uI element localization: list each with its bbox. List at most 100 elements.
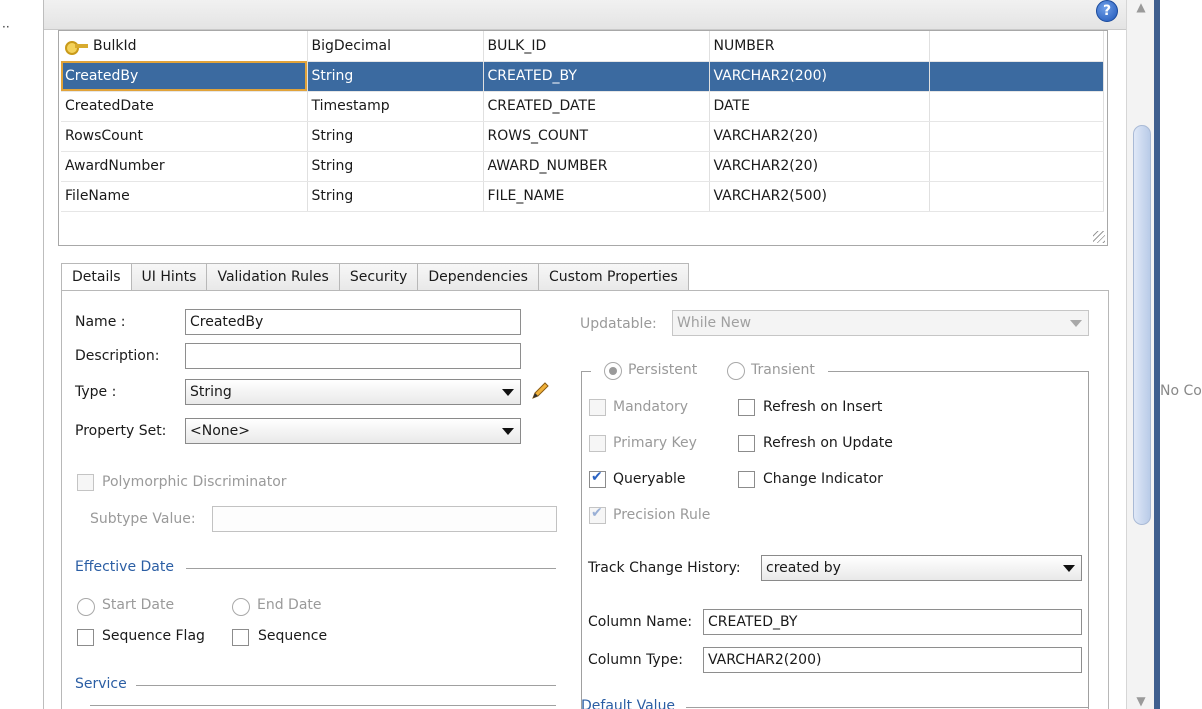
attribute-type-cell[interactable]: String bbox=[307, 181, 484, 212]
attribute-type-cell[interactable]: String bbox=[307, 121, 484, 152]
sequence-flag-checkbox[interactable] bbox=[77, 629, 94, 646]
tab-dependencies[interactable]: Dependencies bbox=[417, 263, 539, 291]
start-date-radio[interactable] bbox=[77, 598, 95, 616]
mandatory-label: Mandatory bbox=[613, 399, 689, 415]
pencil-icon[interactable] bbox=[529, 380, 551, 402]
resize-grip[interactable] bbox=[1093, 231, 1105, 243]
queryable-label: Queryable bbox=[613, 471, 686, 487]
vertical-scrollbar[interactable]: ▲ ▼ bbox=[1126, 0, 1154, 709]
left-gutter: ·· bbox=[0, 0, 44, 709]
name-field[interactable]: CreatedBy bbox=[185, 309, 521, 335]
effective-date-heading: Effective Date bbox=[75, 559, 174, 575]
updatable-value: While New bbox=[677, 315, 752, 331]
attribute-type-cell[interactable]: String bbox=[307, 61, 484, 92]
track-change-history-label: Track Change History: bbox=[588, 560, 741, 576]
tab-details[interactable]: Details bbox=[61, 263, 132, 292]
column-type-label: Column Type: bbox=[588, 652, 683, 668]
attribute-type-cell[interactable]: Timestamp bbox=[307, 91, 484, 122]
tab-ui-hints[interactable]: UI Hints bbox=[130, 263, 208, 291]
table-row[interactable]: AwardNumber String AWARD_NUMBER VARCHAR2… bbox=[61, 151, 1104, 182]
section-divider bbox=[90, 705, 556, 706]
name-label: Name : bbox=[75, 314, 126, 330]
column-name-label: Column Name: bbox=[588, 614, 693, 630]
table-row[interactable]: BulkId BigDecimal BULK_ID NUMBER bbox=[61, 31, 1104, 62]
attribute-type-cell[interactable]: String bbox=[307, 151, 484, 182]
sql-type-cell[interactable]: VARCHAR2(200) bbox=[709, 61, 930, 92]
description-label: Description: bbox=[75, 348, 160, 364]
sql-type-cell[interactable]: DATE bbox=[709, 91, 930, 122]
track-change-history-value: created by bbox=[766, 560, 841, 576]
sql-type-cell[interactable]: VARCHAR2(20) bbox=[709, 121, 930, 152]
attribute-name-cell[interactable]: BulkId bbox=[61, 31, 308, 62]
scroll-down-icon[interactable]: ▼ bbox=[1133, 694, 1149, 708]
table-row[interactable]: FileName String FILE_NAME VARCHAR2(500) bbox=[61, 181, 1104, 212]
attribute-name-cell[interactable]: FileName bbox=[61, 181, 308, 212]
mandatory-checkbox[interactable] bbox=[589, 399, 606, 416]
column-name-field[interactable]: CREATED_BY bbox=[703, 609, 1082, 635]
subtype-value-field[interactable] bbox=[212, 506, 557, 532]
empty-cell[interactable] bbox=[929, 61, 1104, 92]
scroll-thumb[interactable] bbox=[1133, 125, 1151, 525]
precision-rule-checkbox[interactable] bbox=[589, 505, 606, 524]
description-field[interactable] bbox=[185, 343, 521, 369]
empty-cell[interactable] bbox=[929, 31, 1104, 62]
top-toolbar bbox=[0, 0, 1202, 30]
polymorphic-discriminator-checkbox[interactable] bbox=[77, 474, 94, 491]
track-change-history-select[interactable]: created by bbox=[761, 555, 1082, 581]
empty-cell[interactable] bbox=[929, 121, 1104, 152]
column-name-cell[interactable]: BULK_ID bbox=[483, 31, 710, 62]
tab-custom-properties[interactable]: Custom Properties bbox=[537, 263, 689, 291]
type-label: Type : bbox=[75, 384, 117, 400]
primary-key-checkbox[interactable] bbox=[589, 435, 606, 452]
type-select[interactable]: String bbox=[185, 379, 521, 405]
refresh-on-insert-checkbox[interactable] bbox=[738, 399, 755, 416]
sequence-checkbox[interactable] bbox=[232, 629, 249, 646]
table-row[interactable]: CreatedDate Timestamp CREATED_DATE DATE bbox=[61, 91, 1104, 122]
refresh-on-update-checkbox[interactable] bbox=[738, 435, 755, 452]
attribute-type-cell[interactable]: BigDecimal bbox=[307, 31, 484, 62]
chevron-down-icon bbox=[1063, 565, 1075, 572]
tab-validation-rules[interactable]: Validation Rules bbox=[206, 263, 340, 291]
scroll-up-icon[interactable]: ▲ bbox=[1133, 0, 1149, 14]
property-set-select[interactable]: <None> bbox=[185, 418, 521, 444]
attribute-name-cell[interactable]: RowsCount bbox=[61, 121, 308, 152]
attribute-name-cell[interactable]: AwardNumber bbox=[61, 151, 308, 182]
column-name-cell[interactable]: ROWS_COUNT bbox=[483, 121, 710, 152]
service-heading: Service bbox=[75, 676, 127, 692]
section-divider bbox=[136, 685, 556, 686]
group-border bbox=[581, 371, 591, 372]
help-icon[interactable]: ? bbox=[1096, 0, 1118, 22]
empty-cell[interactable] bbox=[929, 151, 1104, 182]
column-name-cell[interactable]: FILE_NAME bbox=[483, 181, 710, 212]
truncated-panel-text: No Co bbox=[1160, 383, 1202, 399]
column-name-cell[interactable]: CREATED_DATE bbox=[483, 91, 710, 122]
queryable-checkbox[interactable] bbox=[589, 469, 606, 488]
column-name-cell[interactable]: CREATED_BY bbox=[483, 61, 710, 92]
table-row[interactable]: RowsCount String ROWS_COUNT VARCHAR2(20) bbox=[61, 121, 1104, 152]
attribute-name-cell[interactable]: CreatedBy bbox=[61, 61, 308, 92]
tab-security[interactable]: Security bbox=[338, 263, 419, 291]
end-date-radio[interactable] bbox=[232, 598, 250, 616]
sequence-label: Sequence bbox=[258, 628, 328, 644]
sql-type-cell[interactable]: VARCHAR2(500) bbox=[709, 181, 930, 212]
updatable-select[interactable]: While New bbox=[672, 310, 1089, 336]
table-row-selected[interactable]: CreatedBy String CREATED_BY VARCHAR2(200… bbox=[61, 61, 1104, 92]
section-divider bbox=[686, 707, 1088, 708]
primary-key-label: Primary Key bbox=[613, 435, 697, 451]
subtype-value-label: Subtype Value: bbox=[90, 511, 196, 527]
sql-type-cell[interactable]: NUMBER bbox=[709, 31, 930, 62]
chevron-down-icon bbox=[1070, 320, 1082, 327]
empty-cell[interactable] bbox=[929, 181, 1104, 212]
transient-radio[interactable] bbox=[727, 362, 745, 380]
empty-cell[interactable] bbox=[929, 91, 1104, 122]
attributes-table: BulkId BigDecimal BULK_ID NUMBER Created… bbox=[58, 30, 1108, 246]
column-type-field[interactable]: VARCHAR2(200) bbox=[703, 647, 1082, 673]
change-indicator-label: Change Indicator bbox=[763, 471, 883, 487]
change-indicator-checkbox[interactable] bbox=[738, 471, 755, 488]
column-name-cell[interactable]: AWARD_NUMBER bbox=[483, 151, 710, 182]
attribute-name-cell[interactable]: CreatedDate bbox=[61, 91, 308, 122]
type-select-value: String bbox=[190, 384, 232, 400]
persistent-radio[interactable] bbox=[604, 362, 622, 380]
refresh-on-update-label: Refresh on Update bbox=[763, 435, 893, 451]
sql-type-cell[interactable]: VARCHAR2(20) bbox=[709, 151, 930, 182]
